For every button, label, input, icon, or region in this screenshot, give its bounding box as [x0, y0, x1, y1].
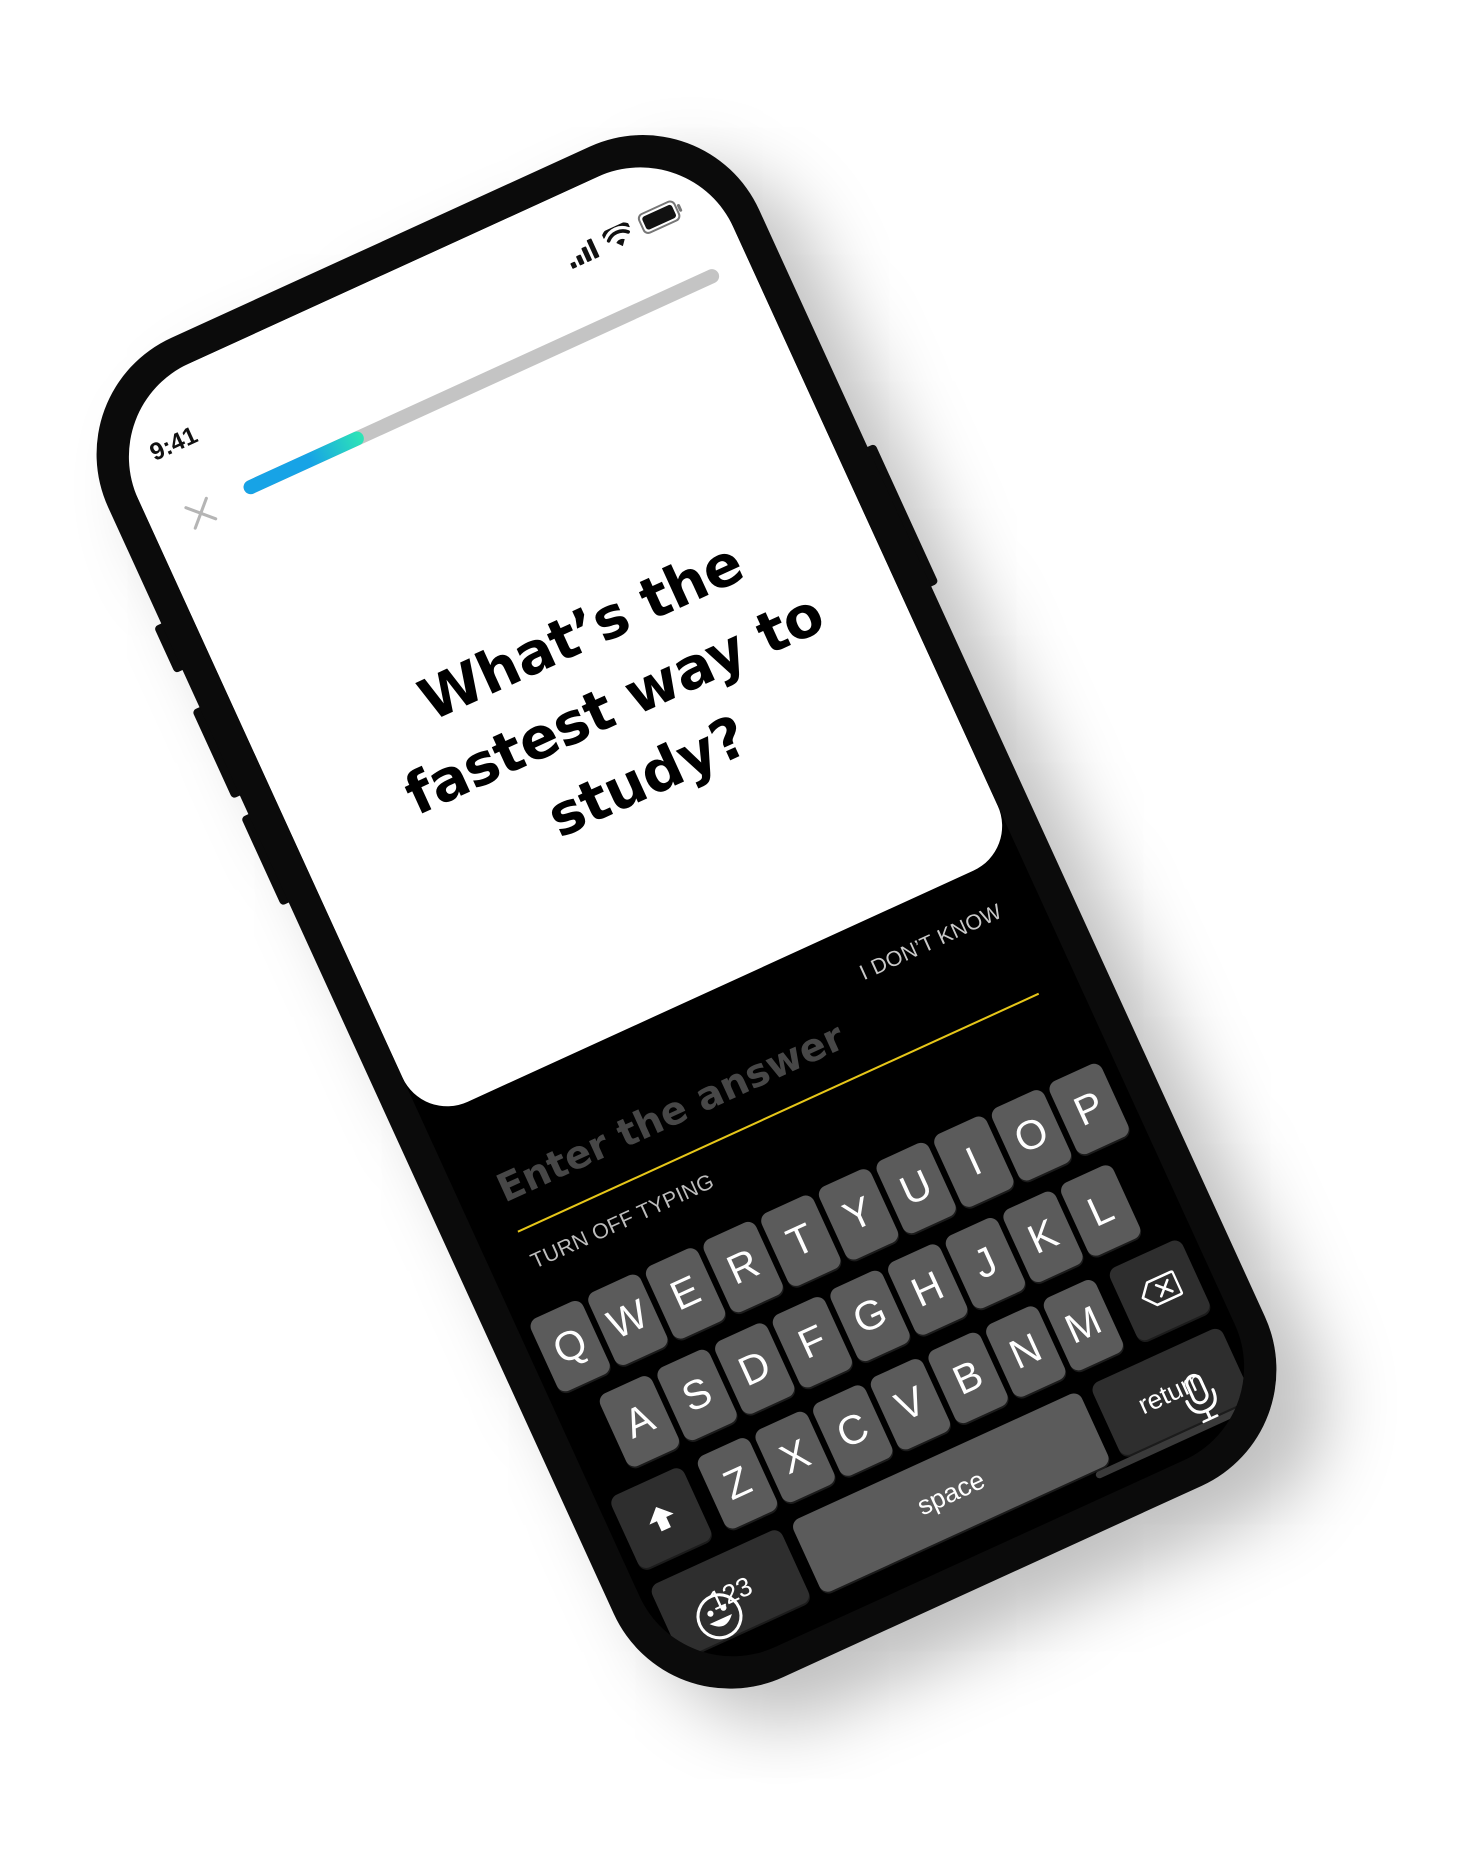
- progress-fill: [241, 429, 366, 497]
- shift-key[interactable]: [608, 1465, 714, 1571]
- wifi-icon: [601, 222, 631, 247]
- close-button[interactable]: [174, 486, 228, 540]
- screen: 9:41 What’s the fastest way to study? I …: [95, 134, 1278, 1690]
- close-icon: [184, 496, 218, 530]
- phone: 9:41 What’s the fastest way to study? I …: [55, 93, 1318, 1731]
- stage: 9:41 What’s the fastest way to study? I …: [0, 0, 1467, 1875]
- question-text: What’s the fastest way to study?: [395, 529, 834, 852]
- shift-arrow-icon: [649, 1506, 674, 1532]
- battery-icon: [637, 200, 683, 234]
- status-icons: [563, 197, 686, 269]
- phone-body: 9:41 What’s the fastest way to study? I …: [55, 93, 1318, 1731]
- progress-bar: [241, 266, 722, 497]
- cellular-signal-icon: [570, 238, 600, 269]
- backspace-icon: [1141, 1270, 1184, 1307]
- backspace-key[interactable]: [1106, 1237, 1213, 1344]
- status-time: 9:41: [145, 421, 202, 467]
